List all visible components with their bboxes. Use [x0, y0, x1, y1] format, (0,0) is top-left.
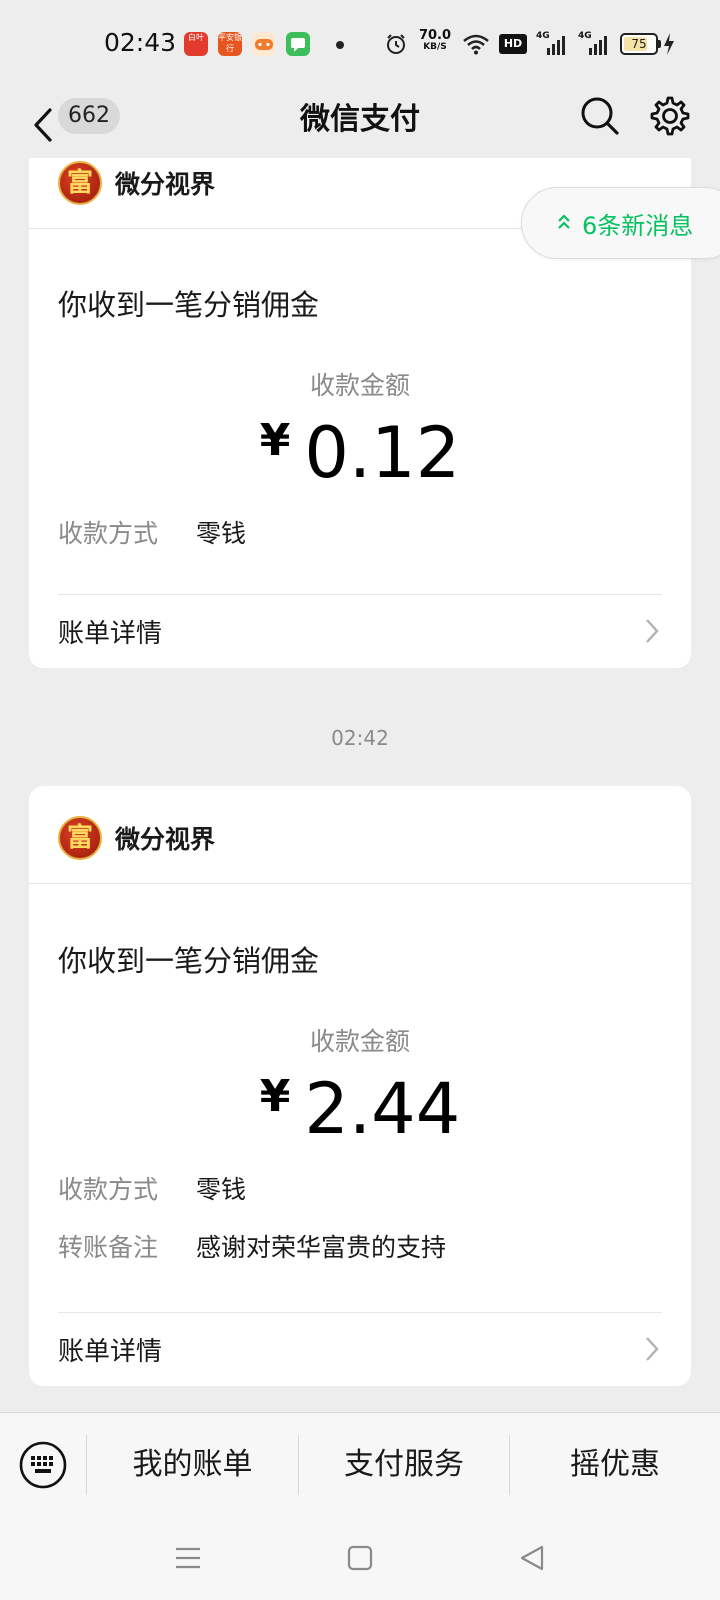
menu-shake-deals[interactable]: 摇优惠: [510, 1413, 720, 1517]
bill-detail-link[interactable]: 账单详情: [58, 1313, 662, 1383]
wifi-icon: [463, 34, 489, 55]
info-row-transfer-note: 转账备注 感谢对荣华富贵的支持: [58, 1233, 447, 1262]
bottom-menu-bar: 我的账单 支付服务 摇优惠: [0, 1412, 720, 1516]
news-app-icon: 白叶: [184, 32, 208, 56]
chevron-right-icon: [646, 619, 659, 643]
notification-dot: [336, 41, 344, 49]
signal-1: 4G: [536, 31, 566, 57]
signal-bars-icon: [589, 36, 607, 55]
merchant-name: 微分视界: [115, 825, 216, 854]
bill-detail-link[interactable]: 账单详情: [58, 595, 662, 665]
keyboard-icon[interactable]: [18, 1440, 68, 1490]
merchant-name: 微分视界: [115, 170, 216, 199]
message-timestamp: 02:42: [331, 726, 389, 750]
currency-symbol: ¥: [259, 1071, 291, 1122]
search-icon[interactable]: [578, 94, 622, 138]
network-speed: 70.0 KB/S: [418, 28, 452, 52]
amount-value: ¥0.12: [259, 412, 461, 494]
charging-icon: [664, 33, 674, 55]
chat-nav-bar: 662 微信支付: [0, 88, 720, 158]
card-title: 你收到一笔分销佣金: [58, 944, 320, 978]
new-messages-button[interactable]: 6条新消息: [521, 187, 720, 259]
card-header: 富 微分视界: [29, 786, 691, 884]
amount-label: 收款金额: [309, 1027, 410, 1056]
menu-payment-services[interactable]: 支付服务: [299, 1413, 509, 1517]
info-row-payment-method: 收款方式 零钱: [58, 1175, 247, 1204]
back-icon[interactable]: [518, 1544, 546, 1572]
message-app-icon: [286, 32, 310, 56]
signal-bars-icon: [547, 36, 565, 55]
signal-2: 4G: [578, 31, 608, 57]
payment-card-2[interactable]: 富 微分视界 你收到一笔分销佣金 收款金额 ¥2.44 收款方式 零钱 转账备注感…: [29, 786, 691, 1386]
gear-icon[interactable]: [648, 94, 692, 138]
status-time: 02:43: [104, 28, 177, 57]
system-navigation-bar: [0, 1516, 720, 1600]
game-app-icon: [252, 32, 276, 56]
amount-label: 收款金额: [309, 371, 410, 400]
merchant-logo: 富: [58, 816, 102, 860]
merchant-logo: 富: [58, 161, 102, 205]
chevron-right-icon: [646, 1337, 659, 1361]
amount-value: ¥2.44: [259, 1068, 461, 1150]
info-row-payment-method: 收款方式 零钱: [58, 519, 247, 548]
menu-icon[interactable]: [174, 1544, 202, 1572]
battery-tip: [658, 40, 661, 48]
currency-symbol: ¥: [259, 415, 291, 466]
home-icon[interactable]: [346, 1544, 374, 1572]
alarm-icon: [387, 34, 405, 54]
battery-indicator: 75: [620, 33, 658, 55]
menu-my-bills[interactable]: 我的账单: [87, 1413, 298, 1517]
pingan-bank-icon: 平安银行: [218, 32, 242, 56]
card-title: 你收到一笔分销佣金: [58, 288, 320, 322]
status-bar: 02:43 白叶 平安银行 70.0 KB/S HD 4G 4G 75: [0, 0, 720, 88]
hd-voice-badge: HD: [499, 34, 527, 54]
double-chevron-up-icon: [558, 214, 570, 229]
